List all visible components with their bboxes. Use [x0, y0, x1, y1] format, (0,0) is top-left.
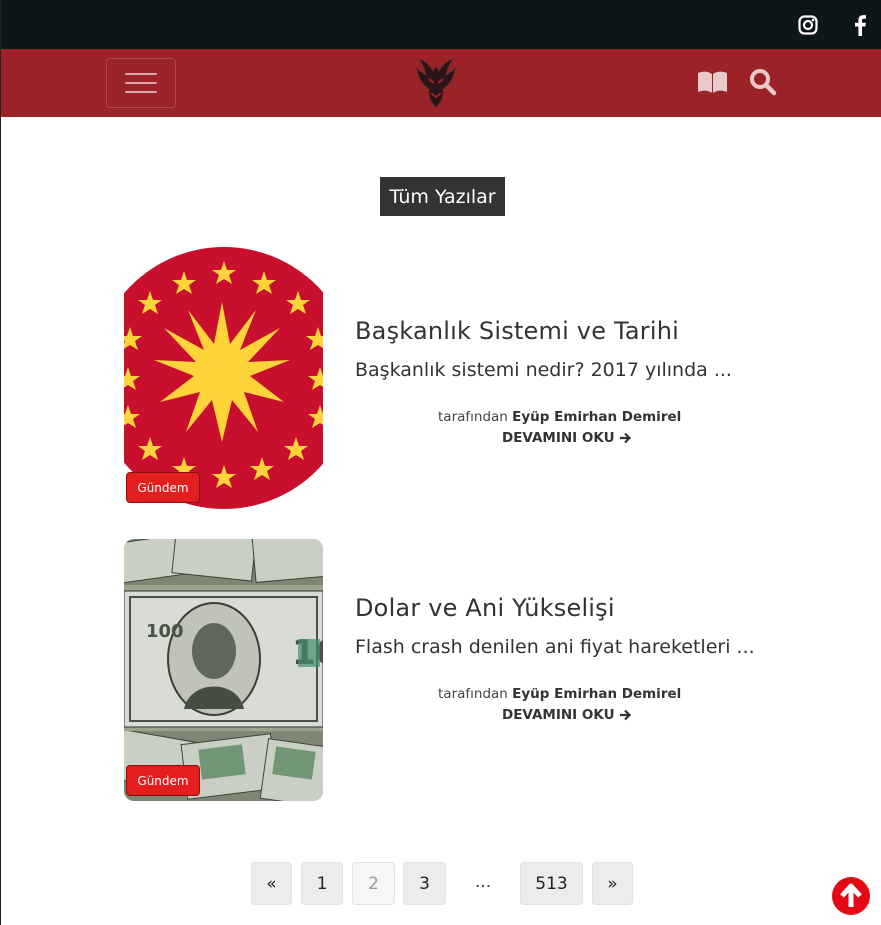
read-more-link[interactable]: DEVAMINI OKU: [502, 430, 632, 446]
site-logo[interactable]: [413, 55, 459, 109]
author-name[interactable]: Eyüp Emirhan Demirel: [512, 686, 681, 702]
top-bar: [1, 0, 881, 49]
facebook-icon[interactable]: [847, 12, 873, 38]
pagination-ellipsis: ...: [475, 872, 492, 892]
instagram-icon[interactable]: [795, 12, 821, 38]
arrow-up-circle-icon: [832, 877, 870, 915]
main-navbar: [1, 49, 881, 117]
hamburger-line: [125, 91, 157, 93]
category-badge[interactable]: Gündem: [126, 472, 200, 503]
menu-toggle-button[interactable]: [106, 58, 176, 108]
post-thumbnail[interactable]: [124, 247, 323, 509]
post-byline: tarafından Eyüp Emirhan Demirel: [438, 409, 681, 425]
post-title[interactable]: Başkanlık Sistemi ve Tarihi: [355, 317, 679, 345]
hamburger-line: [125, 82, 157, 84]
byline-label: tarafından: [438, 686, 508, 702]
pagination-next-button[interactable]: »: [592, 862, 633, 905]
presidential-seal-image: [124, 247, 323, 509]
post-thumbnail[interactable]: 100 10: [124, 539, 323, 801]
scroll-to-top-button[interactable]: [831, 876, 871, 916]
read-more-link[interactable]: DEVAMINI OKU: [502, 707, 632, 723]
book-icon[interactable]: [696, 66, 728, 98]
read-more-label: DEVAMINI OKU: [502, 430, 615, 446]
post-byline: tarafından Eyüp Emirhan Demirel: [438, 686, 681, 702]
svg-text:100: 100: [146, 621, 184, 642]
page-title: Tüm Yazılar: [380, 177, 505, 216]
author-name[interactable]: Eyüp Emirhan Demirel: [512, 409, 681, 425]
pagination-page-button[interactable]: 3: [403, 862, 446, 905]
byline-label: tarafından: [438, 409, 508, 425]
arrow-right-icon: [619, 432, 631, 444]
post-card: Gündem Başkanlık Sistemi ve Tarihi Başka…: [124, 247, 764, 509]
post-excerpt: Başkanlık sistemi nedir? 2017 yılında ..…: [355, 359, 732, 381]
dollar-bills-image: 100 10: [124, 539, 323, 801]
pagination: « 1 2 3 ... 513 »: [1, 862, 881, 906]
category-badge[interactable]: Gündem: [126, 765, 200, 796]
post-title[interactable]: Dolar ve Ani Yükselişi: [355, 594, 615, 622]
hamburger-line: [125, 73, 157, 75]
pagination-last-page[interactable]: 513: [520, 862, 583, 905]
post-excerpt: Flash crash denilen ani fiyat hareketler…: [355, 636, 755, 658]
pagination-page-button[interactable]: 1: [301, 862, 343, 905]
read-more-label: DEVAMINI OKU: [502, 707, 615, 723]
search-icon[interactable]: [748, 66, 778, 98]
post-card: 100 10 Gündem Dolar ve Ani Yükselişi Fla…: [124, 539, 764, 801]
pagination-prev-button[interactable]: «: [251, 862, 292, 905]
arrow-right-icon: [619, 709, 631, 721]
pagination-current-page[interactable]: 2: [352, 862, 395, 905]
